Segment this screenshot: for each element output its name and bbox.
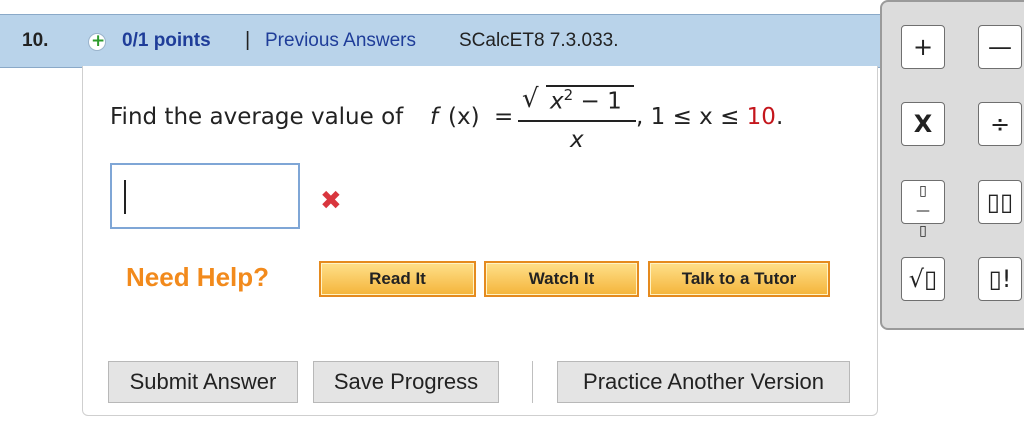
factorial-key[interactable]: ▯! bbox=[978, 257, 1022, 301]
fraction-bar bbox=[518, 120, 636, 122]
function-argument: (x) bbox=[448, 104, 480, 130]
answer-input[interactable] bbox=[110, 163, 300, 229]
divide-key[interactable]: ÷ bbox=[978, 102, 1022, 146]
function-name: f bbox=[430, 104, 439, 130]
action-divider bbox=[532, 361, 533, 403]
equals-sign: = bbox=[494, 104, 514, 130]
expand-plus-icon[interactable] bbox=[88, 31, 106, 51]
question-header: 10. 0/1 points | Previous Answers SCalcE… bbox=[0, 14, 900, 68]
talk-to-tutor-button[interactable]: Talk to a Tutor bbox=[648, 261, 830, 297]
plus-key[interactable]: + bbox=[901, 25, 945, 69]
numerator-exponent: 2 bbox=[563, 86, 574, 104]
sqrt-key[interactable]: √▯ bbox=[901, 257, 945, 301]
previous-answers-link[interactable]: Previous Answers bbox=[265, 30, 416, 52]
interval: , 1 ≤ x ≤ 10. bbox=[636, 104, 783, 130]
numerator-rest: − 1 bbox=[573, 88, 622, 115]
denominator: x bbox=[570, 127, 584, 153]
watch-it-button[interactable]: Watch It bbox=[484, 261, 639, 297]
read-it-button[interactable]: Read It bbox=[319, 261, 476, 297]
interval-prefix: , 1 ≤ x ≤ bbox=[636, 104, 747, 130]
header-separator: | bbox=[245, 29, 251, 51]
problem-reference: SCalcET8 7.3.033. bbox=[459, 30, 619, 51]
fraction-key[interactable]: ▯ — ▯ bbox=[901, 180, 945, 239]
interval-suffix: . bbox=[775, 104, 784, 130]
need-help-label: Need Help? bbox=[126, 262, 270, 292]
practice-another-version-button[interactable]: Practice Another Version bbox=[557, 361, 850, 403]
minus-key[interactable]: — bbox=[978, 25, 1022, 69]
exponent-key[interactable]: ▯▯ bbox=[978, 180, 1022, 224]
multiply-key[interactable]: X bbox=[901, 102, 945, 146]
numerator: x2 − 1 bbox=[550, 86, 622, 115]
sqrt-icon: √ bbox=[522, 84, 539, 114]
question-number: 10. bbox=[22, 30, 49, 51]
text-cursor bbox=[124, 180, 126, 214]
question-prompt: Find the average value of bbox=[110, 104, 404, 130]
function-expression: f (x) = √ x2 − 1 x , 1 ≤ x ≤ 10. bbox=[430, 80, 810, 160]
submit-answer-button[interactable]: Submit Answer bbox=[108, 361, 298, 403]
interval-upper: 10 bbox=[746, 104, 776, 130]
save-progress-button[interactable]: Save Progress bbox=[313, 361, 499, 403]
x-mark-icon: ✖ bbox=[320, 186, 342, 216]
numerator-base: x bbox=[550, 88, 564, 115]
points-link[interactable]: 0/1 points bbox=[122, 30, 211, 52]
